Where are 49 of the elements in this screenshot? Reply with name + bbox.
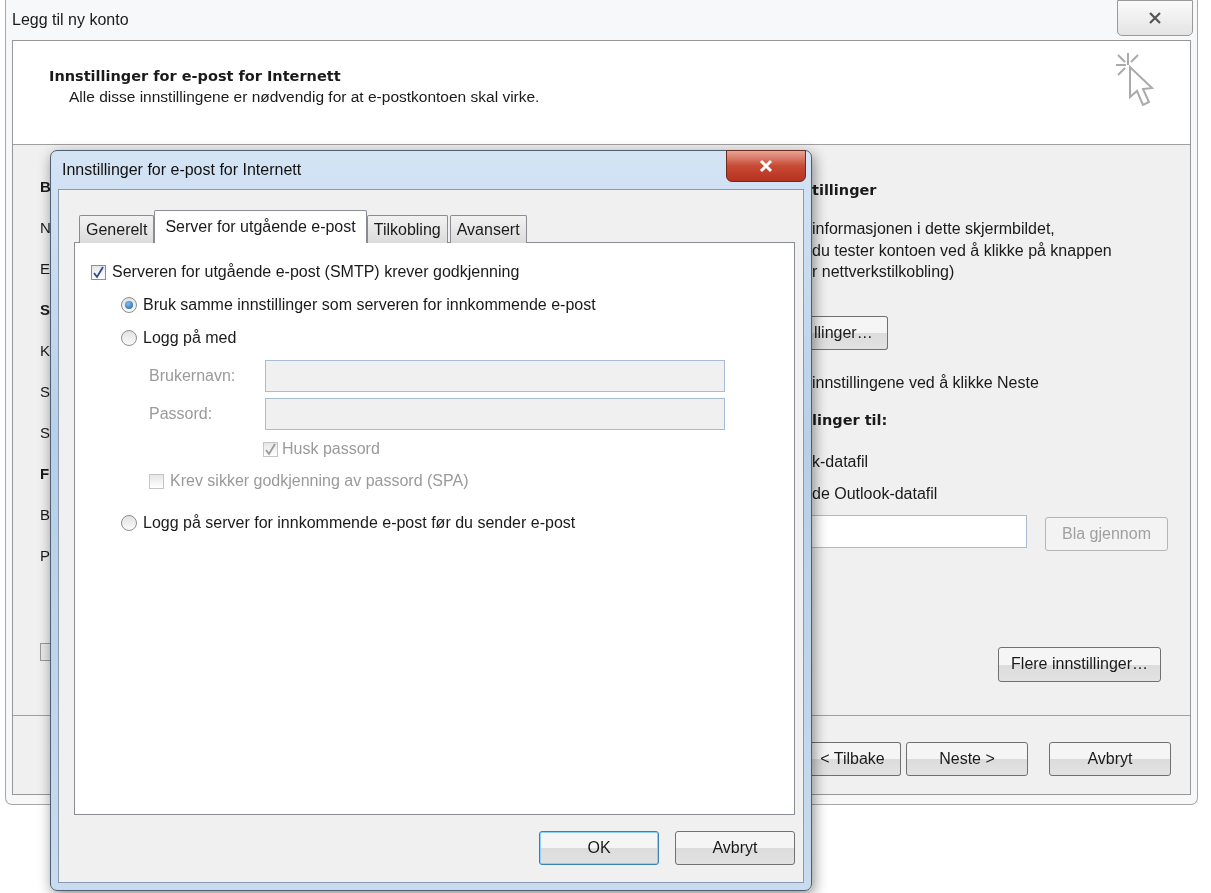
section-heading: tillinger [812, 181, 877, 200]
section-heading: linger til: [812, 410, 888, 430]
tab[interactable]: Server for utgående e-post [154, 210, 367, 243]
option-label: de Outlook-datafil [812, 483, 938, 504]
radio-label: Logg på server for innkommende e-post før du sender e-post [143, 514, 576, 532]
label-fragment: F [40, 464, 50, 484]
label-fragment: S [40, 300, 50, 320]
radio-button[interactable] [121, 330, 137, 346]
label-fragment: K [40, 341, 50, 361]
checkbox[interactable] [91, 264, 106, 280]
hint-text: innstillingene ved å klikke Neste [812, 372, 1039, 393]
description-line: r nettverkstilkobling) [812, 262, 956, 282]
close-icon [758, 159, 774, 173]
checkbox-label: Husk passord [282, 440, 380, 458]
header-subtitle: Alle disse innstillingene er nødvendig for at e-postkontoen skal virke. [69, 88, 540, 106]
header-title: Innstillinger for e-post for Internett [49, 68, 342, 84]
label-fragment: E [40, 259, 50, 279]
field-label: Passord: [149, 405, 214, 423]
more-settings-button[interactable]: Flere innstillinger… [998, 646, 1161, 682]
checkbox-label: Krev sikker godkjenning av passord (SPA) [170, 472, 469, 490]
dialog-button[interactable]: Avbryt [675, 831, 795, 865]
label-fragment: B [40, 505, 50, 525]
dialog-button[interactable]: OK [539, 831, 659, 865]
tab[interactable]: Generelt [79, 215, 155, 243]
option-label: k-datafil [812, 451, 869, 472]
settings-button[interactable]: llinger… [812, 315, 888, 350]
close-button[interactable] [726, 150, 806, 182]
label-fragment: S [40, 382, 50, 402]
dialog-title: Innstillinger for e-post for Internett [62, 161, 302, 179]
field-label: Brukernavn: [149, 367, 237, 385]
radio-label: Bruk samme innstillinger som serveren for innkommende e-post [143, 296, 596, 314]
label-fragment: S [40, 423, 50, 443]
label-fragment: N [40, 218, 51, 238]
password-field[interactable] [265, 398, 725, 430]
description-line: du tester kontoen ved å klikke på knappen [812, 240, 1112, 261]
radio-label: Logg på med [143, 329, 237, 347]
label-fragment: B [40, 177, 51, 197]
checkbox-label: Serveren for utgående e-post (SMTP) krever godkjenning [112, 263, 520, 281]
radio-button[interactable] [121, 515, 137, 531]
window-title: Legg til ny konto [12, 11, 129, 29]
footer-button[interactable]: Avbryt [1049, 742, 1171, 776]
description-line: informasjonen i dette skjermbildet, [812, 219, 1056, 239]
footer-button[interactable]: Neste > [906, 742, 1028, 776]
tab[interactable]: Tilkobling [366, 215, 448, 243]
radio-button[interactable] [121, 297, 137, 313]
close-icon [1148, 12, 1162, 24]
label-fragment: P [40, 546, 50, 566]
tab[interactable]: Avansert [449, 215, 527, 243]
path-field[interactable] [812, 514, 1027, 548]
